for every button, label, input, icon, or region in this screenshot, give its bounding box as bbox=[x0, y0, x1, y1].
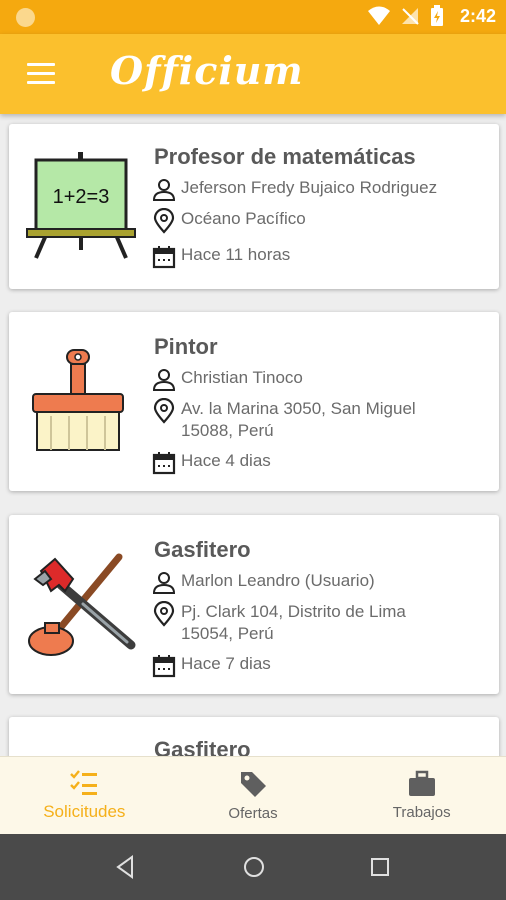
nav-solicitudes[interactable]: Solicitudes bbox=[0, 757, 169, 834]
requests-list[interactable]: 1+2=3 Profesor de matemáticas Jeferson F… bbox=[0, 114, 506, 756]
nav-label: Solicitudes bbox=[43, 801, 126, 821]
card-time: Hace 7 dias bbox=[181, 654, 271, 673]
request-card[interactable]: Pintor Christian Tinoco Av. la Marina 30… bbox=[9, 312, 499, 491]
card-title: Pintor bbox=[154, 334, 218, 359]
calendar-icon bbox=[152, 655, 176, 678]
card-location-line1: Av. la Marina 3050, San Miguel bbox=[181, 399, 416, 418]
menu-icon[interactable] bbox=[27, 63, 55, 85]
tag-icon bbox=[241, 772, 266, 797]
card-person: Jeferson Fredy Bujaico Rodriguez bbox=[181, 178, 438, 197]
bottom-navigation: Solicitudes Ofertas Trabajos bbox=[0, 756, 506, 834]
battery-charging-icon bbox=[430, 5, 443, 26]
card-title: Gasfitero bbox=[154, 737, 251, 756]
card-person: Marlon Leandro (Usuario) bbox=[181, 571, 375, 590]
plumbing-tools-illustration bbox=[28, 553, 136, 656]
recents-icon[interactable] bbox=[366, 853, 394, 881]
briefcase-icon bbox=[408, 770, 435, 796]
card-time: Hace 4 dias bbox=[181, 451, 271, 470]
request-card[interactable]: Gasfitero bbox=[9, 717, 499, 756]
chalkboard-illustration: 1+2=3 bbox=[26, 152, 136, 259]
card-location-line1: Océano Pacífico bbox=[181, 209, 306, 228]
system-navigation-bar bbox=[0, 834, 506, 900]
location-pin-icon bbox=[153, 398, 175, 424]
person-icon bbox=[152, 369, 176, 391]
card-title: Gasfitero bbox=[154, 537, 251, 562]
checklist-icon bbox=[70, 769, 98, 795]
nav-ofertas[interactable]: Ofertas bbox=[169, 757, 338, 834]
card-location-line2: 15054, Perú bbox=[181, 624, 274, 643]
card-location-line1: Pj. Clark 104, Distrito de Lima bbox=[181, 602, 406, 621]
card-title: Profesor de matemáticas bbox=[154, 144, 416, 169]
nav-label: Ofertas bbox=[228, 805, 278, 822]
back-icon[interactable] bbox=[112, 853, 140, 881]
calendar-icon bbox=[152, 452, 176, 475]
request-card[interactable]: Gasfitero Marlon Leandro (Usuario) Pj. C… bbox=[9, 515, 499, 694]
home-icon[interactable] bbox=[240, 853, 268, 881]
app-bar: Officium bbox=[0, 34, 506, 114]
paintbrush-illustration bbox=[32, 349, 124, 451]
person-icon bbox=[152, 572, 176, 594]
card-person: Christian Tinoco bbox=[181, 368, 303, 387]
card-time: Hace 11 horas bbox=[181, 245, 291, 264]
nav-trabajos[interactable]: Trabajos bbox=[337, 757, 506, 834]
location-pin-icon bbox=[153, 601, 175, 627]
board-text: 1+2=3 bbox=[53, 186, 110, 208]
person-icon bbox=[152, 179, 176, 201]
calendar-icon bbox=[152, 246, 176, 269]
request-card[interactable]: 1+2=3 Profesor de matemáticas Jeferson F… bbox=[9, 124, 499, 289]
notification-icon bbox=[16, 8, 35, 27]
status-time: 2:42 bbox=[459, 5, 496, 26]
nav-label: Trabajos bbox=[392, 804, 451, 821]
app-logo: Officium bbox=[110, 48, 304, 93]
no-signal-icon bbox=[401, 8, 419, 25]
location-pin-icon bbox=[153, 208, 175, 234]
status-icons: 2:42 bbox=[367, 5, 496, 27]
wifi-icon bbox=[367, 6, 390, 25]
status-bar: 2:42 bbox=[0, 0, 506, 34]
card-location-line2: 15088, Perú bbox=[181, 421, 274, 440]
